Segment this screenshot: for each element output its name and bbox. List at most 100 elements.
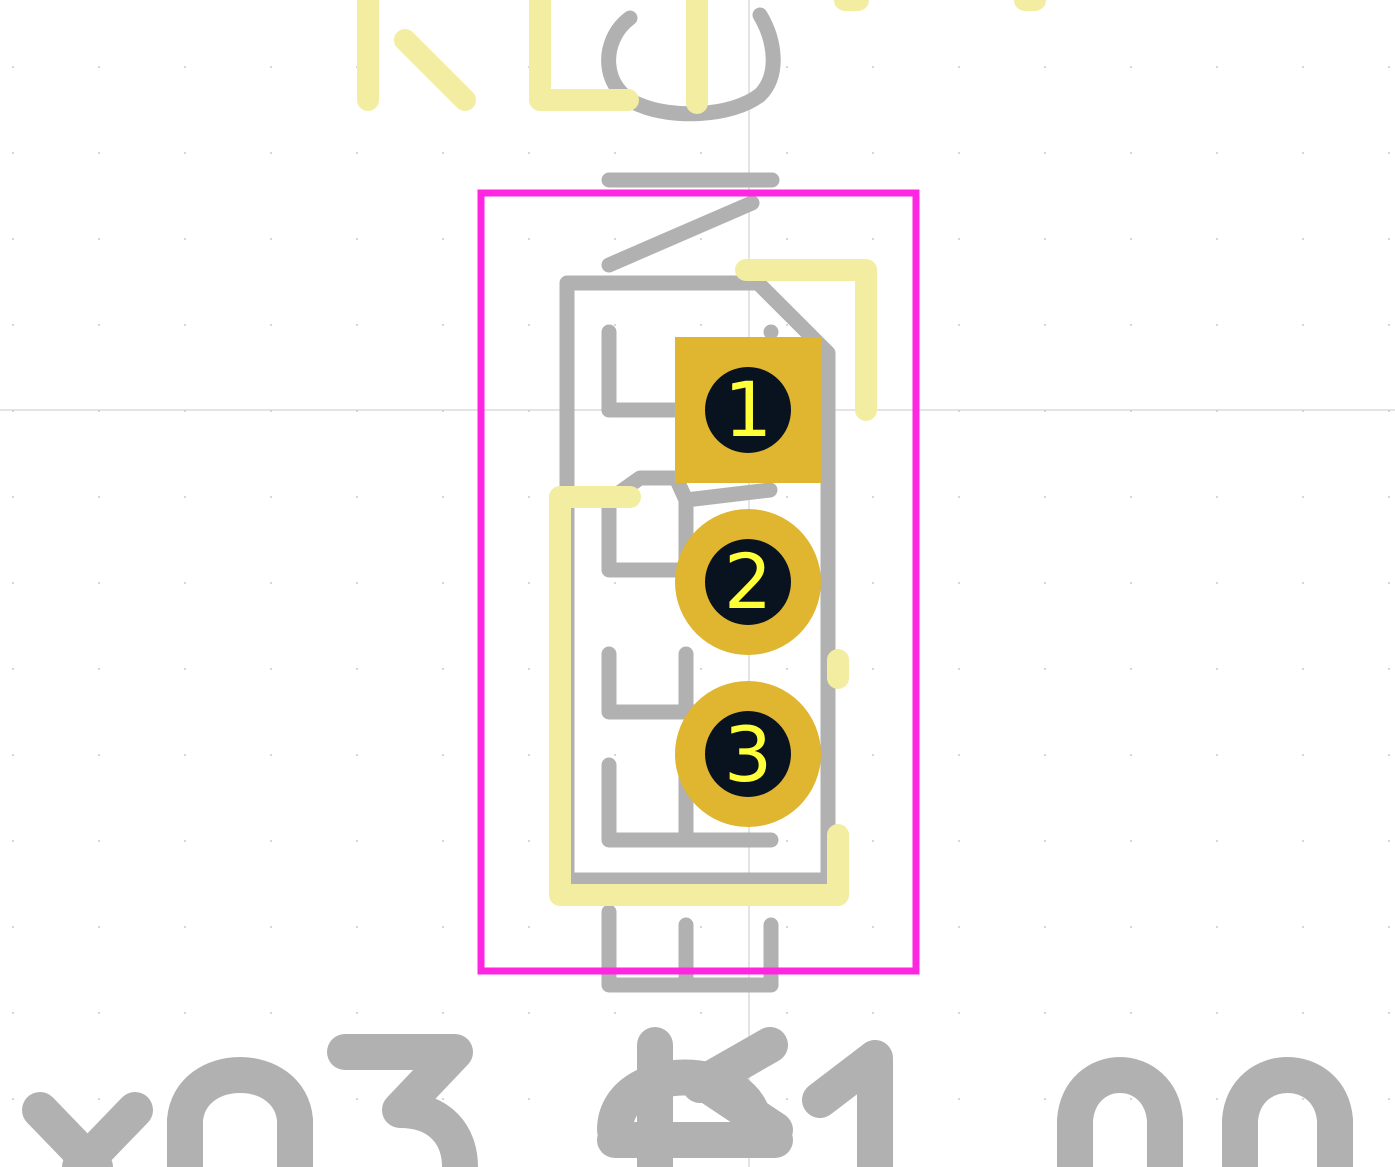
grid-dot <box>1388 926 1390 928</box>
grid-dot <box>270 840 272 842</box>
grid-dot <box>1130 840 1132 842</box>
grid-dot <box>1388 324 1390 326</box>
grid-dot <box>1302 238 1304 240</box>
grid-dot <box>872 840 874 842</box>
grid-dot <box>12 324 14 326</box>
grid-dot <box>786 668 788 670</box>
grid-dot <box>872 66 874 68</box>
grid-dot <box>958 496 960 498</box>
grid-dot <box>614 1012 616 1014</box>
grid-dot <box>700 1012 702 1014</box>
grid-dot <box>1216 926 1218 928</box>
grid-dot <box>1130 496 1132 498</box>
grid-dot <box>12 496 14 498</box>
grid-dot <box>528 324 530 326</box>
grid-dot <box>786 840 788 842</box>
grid-dot <box>98 496 100 498</box>
grid-dot <box>1302 668 1304 670</box>
grid-dot <box>872 1012 874 1014</box>
grid-dot <box>12 1098 14 1100</box>
grid-dot <box>442 754 444 756</box>
grid-dot <box>442 238 444 240</box>
grid-dot <box>1130 324 1132 326</box>
grid-dot <box>184 238 186 240</box>
grid-dot <box>1044 582 1046 584</box>
grid-dot <box>958 754 960 756</box>
grid-dot <box>1388 840 1390 842</box>
grid-dot <box>98 1012 100 1014</box>
fab-value-text <box>22 1027 1353 1167</box>
grid-dot <box>1130 152 1132 154</box>
grid-dot <box>442 840 444 842</box>
grid-dot <box>786 1012 788 1014</box>
grid-dot <box>1388 1098 1390 1100</box>
grid-dot <box>442 152 444 154</box>
grid-dot <box>872 582 874 584</box>
grid-dot <box>1216 840 1218 842</box>
grid-dot <box>98 66 100 68</box>
grid-dot <box>98 582 100 584</box>
grid-dot <box>270 66 272 68</box>
grid-dot <box>356 324 358 326</box>
grid-dot <box>12 152 14 154</box>
grid-dot <box>184 66 186 68</box>
grid-dot <box>1216 668 1218 670</box>
grid-dot <box>184 324 186 326</box>
grid-dot <box>528 238 530 240</box>
footprint-viewport[interactable]: 1 2 3 <box>0 0 1395 1167</box>
grid-dot <box>1044 1098 1046 1100</box>
grid-dot <box>1388 668 1390 670</box>
grid-dot <box>356 754 358 756</box>
grid-dot <box>1388 66 1390 68</box>
grid-dot <box>1130 66 1132 68</box>
grid-dot <box>184 152 186 154</box>
grid-dot <box>270 754 272 756</box>
grid-dot <box>270 496 272 498</box>
grid-dot <box>184 926 186 928</box>
grid-dot <box>872 496 874 498</box>
grid-dot <box>1302 496 1304 498</box>
grid-dot <box>270 668 272 670</box>
grid-dot <box>1216 66 1218 68</box>
grid-dot <box>184 754 186 756</box>
grid-dot <box>700 668 702 670</box>
grid-dot <box>184 1012 186 1014</box>
grid-dot <box>270 926 272 928</box>
grid-dot <box>1302 926 1304 928</box>
grid-dot <box>98 238 100 240</box>
grid-dot <box>98 324 100 326</box>
grid-dot <box>528 754 530 756</box>
grid-dot <box>1044 496 1046 498</box>
grid-dot <box>442 324 444 326</box>
grid-dot <box>528 496 530 498</box>
grid-dot <box>786 496 788 498</box>
grid-dot <box>1388 152 1390 154</box>
grid-dot <box>958 324 960 326</box>
grid-dot <box>98 840 100 842</box>
grid-dot <box>958 66 960 68</box>
grid-dot <box>872 754 874 756</box>
grid-dot <box>270 324 272 326</box>
grid-dot <box>1130 926 1132 928</box>
grid-dot <box>1302 1098 1304 1100</box>
grid-dot <box>1302 152 1304 154</box>
pad-labels: 1 2 3 <box>724 365 772 799</box>
grid-dot <box>184 582 186 584</box>
grid-dot <box>98 668 100 670</box>
grid-dot <box>528 668 530 670</box>
grid-dot <box>1388 238 1390 240</box>
grid-dot <box>614 324 616 326</box>
grid-dot <box>1216 238 1218 240</box>
grid-dot <box>98 152 100 154</box>
grid-dot <box>1302 1012 1304 1014</box>
grid-dot <box>786 1098 788 1100</box>
grid-dot <box>1130 668 1132 670</box>
grid-dot <box>270 582 272 584</box>
grid-dot <box>1216 754 1218 756</box>
grid-dot <box>356 152 358 154</box>
grid-dot <box>1130 238 1132 240</box>
grid-dot <box>958 238 960 240</box>
footprint-canvas[interactable]: 1 2 3 <box>0 0 1395 1167</box>
grid-dot <box>528 582 530 584</box>
grid-dot <box>614 152 616 154</box>
